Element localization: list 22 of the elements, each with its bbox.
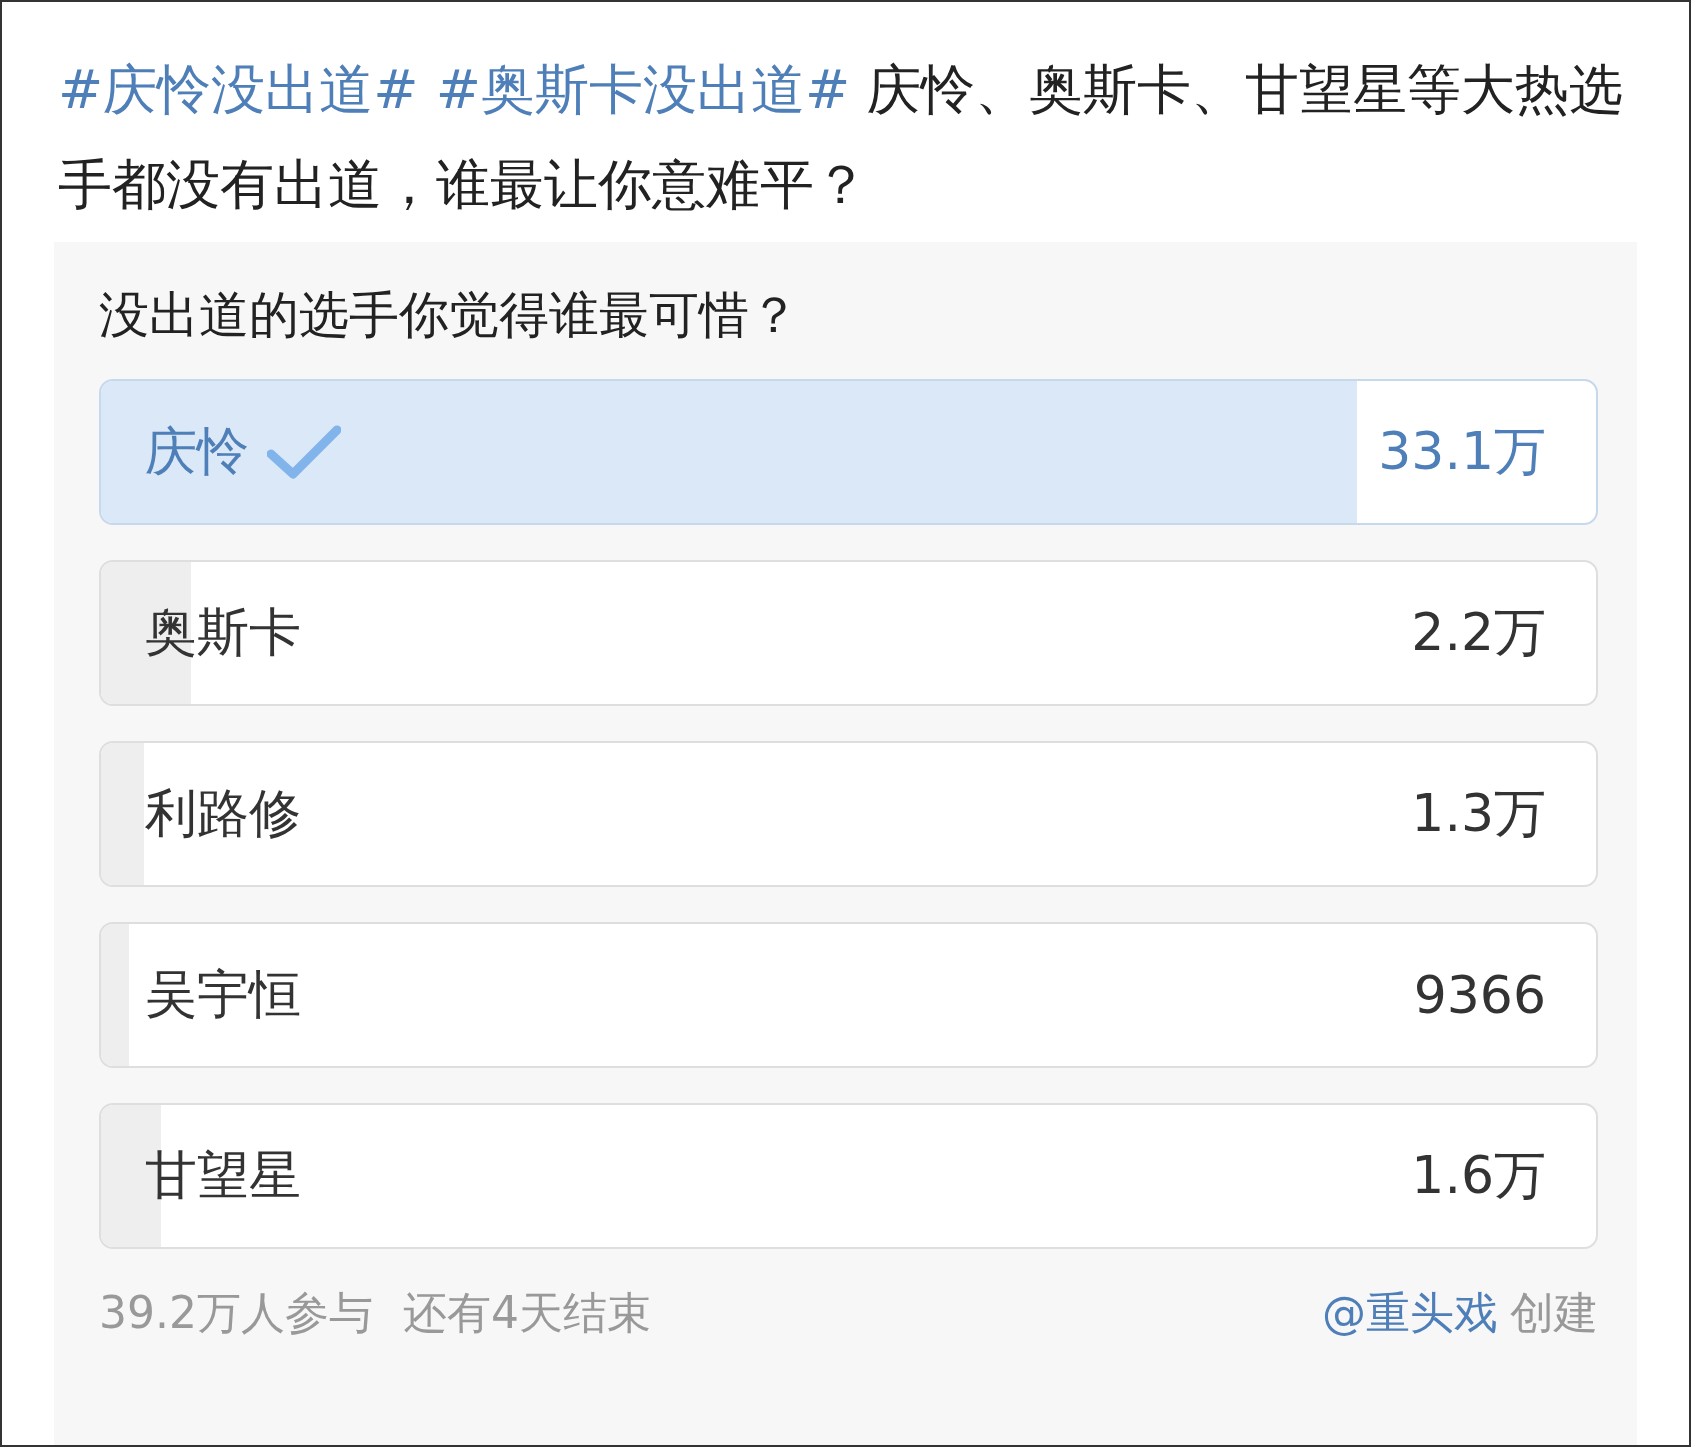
vote-count: 1.3万 <box>1411 782 1546 845</box>
vote-count: 33.1万 <box>1378 420 1546 483</box>
time-remaining: 还有4天结束 <box>402 1286 651 1340</box>
poll-option[interactable]: 甘望星 1.6万 <box>99 1103 1598 1249</box>
checkmark-icon <box>267 424 341 480</box>
participant-count: 39.2万人参与 <box>99 1286 373 1340</box>
vote-count: 2.2万 <box>1411 601 1546 664</box>
vote-count: 1.6万 <box>1411 1144 1546 1207</box>
created-label: 创建 <box>1510 1286 1598 1340</box>
poll-option[interactable]: 利路修 1.3万 <box>99 741 1598 887</box>
poll-question: 没出道的选手你觉得谁最可惜？ <box>99 285 800 346</box>
option-label: 吴宇恒 <box>145 963 301 1026</box>
creator-link[interactable]: @重头戏 <box>1322 1284 1498 1343</box>
poll-option[interactable]: 吴宇恒 9366 <box>99 922 1598 1068</box>
poll-option[interactable]: 庆怜 33.1万 <box>99 379 1598 525</box>
option-label: 甘望星 <box>145 1144 301 1207</box>
option-label: 奥斯卡 <box>145 601 301 664</box>
vote-count: 9366 <box>1413 965 1546 1025</box>
poll-option[interactable]: 奥斯卡 2.2万 <box>99 560 1598 706</box>
option-label: 庆怜 <box>145 420 249 483</box>
option-label: 利路修 <box>145 782 301 845</box>
post-text: #庆怜没出道# #奥斯卡没出道# 庆怜、奥斯卡、甘望星等大热选手都没有出道，谁最让你意难平？ <box>58 57 1625 218</box>
